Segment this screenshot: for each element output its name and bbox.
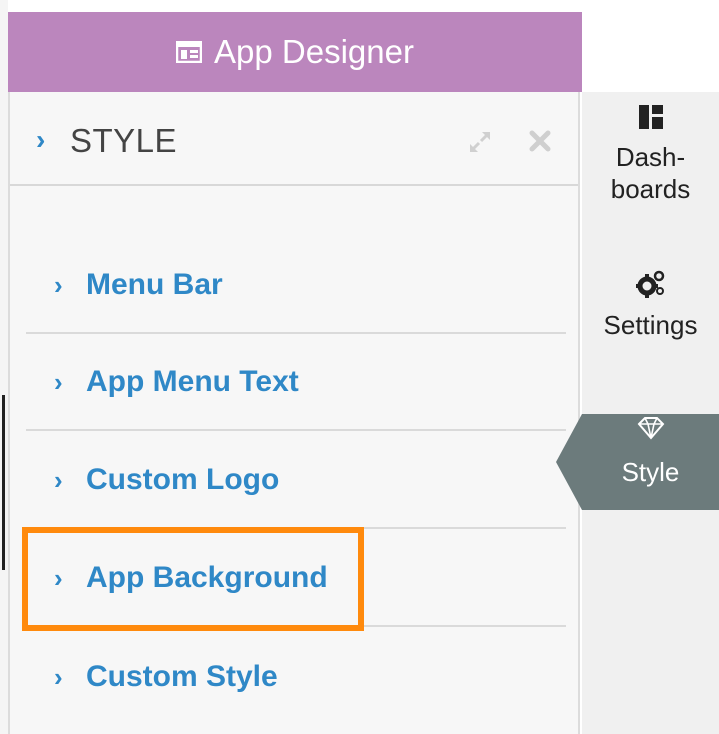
sidebar-item-style[interactable]: Style bbox=[582, 414, 719, 510]
left-edge bbox=[0, 0, 8, 734]
sidebar-item-label: Style bbox=[621, 457, 680, 487]
list-item-label: Custom Style bbox=[86, 660, 278, 693]
style-panel: › STYLE › Menu Bar › App Menu Text › Cus… bbox=[8, 92, 580, 734]
sidebar-item-label: boards bbox=[610, 174, 691, 204]
dashboards-icon bbox=[582, 104, 719, 137]
list-item-label: App Background bbox=[86, 561, 328, 594]
app-designer-window: App Designer › STYLE › Menu Bar › App Me… bbox=[0, 0, 719, 734]
close-icon[interactable] bbox=[527, 128, 553, 154]
list-item-menu-bar[interactable]: › Menu Bar bbox=[26, 238, 566, 334]
header-title: App Designer bbox=[214, 33, 414, 70]
list-item-label: Menu Bar bbox=[86, 268, 223, 301]
style-panel-header[interactable]: › STYLE bbox=[10, 92, 578, 186]
expand-arrows-icon[interactable] bbox=[466, 128, 494, 156]
chevron-right-icon: › bbox=[54, 464, 63, 495]
list-item-label: App Menu Text bbox=[86, 365, 299, 398]
chevron-right-icon: › bbox=[54, 269, 63, 300]
list-item-custom-style[interactable]: › Custom Style bbox=[26, 629, 566, 725]
sidebar-item-label: Settings bbox=[603, 310, 698, 340]
sidebar-item-dashboards[interactable]: Dash- boards bbox=[582, 104, 719, 205]
chevron-right-icon: › bbox=[54, 562, 63, 593]
list-item-label: Custom Logo bbox=[86, 463, 280, 496]
list-item-custom-logo[interactable]: › Custom Logo bbox=[26, 433, 566, 529]
right-sidebar: Dash- boards Settings Style bbox=[582, 92, 719, 734]
chevron-right-icon: › bbox=[36, 124, 46, 155]
active-pointer bbox=[556, 414, 582, 510]
panel-title: STYLE bbox=[70, 122, 178, 159]
gears-icon bbox=[582, 270, 719, 305]
sidebar-item-label: Dash- bbox=[615, 142, 686, 172]
app-designer-header: App Designer bbox=[8, 12, 582, 92]
app-layout-icon bbox=[176, 41, 203, 63]
list-item-app-menu-text[interactable]: › App Menu Text bbox=[26, 335, 566, 431]
diamond-icon bbox=[637, 416, 665, 447]
left-edge-mark bbox=[2, 395, 5, 570]
chevron-right-icon: › bbox=[54, 661, 63, 692]
list-item-app-background[interactable]: › App Background bbox=[26, 531, 566, 627]
chevron-right-icon: › bbox=[54, 366, 63, 397]
sidebar-item-settings[interactable]: Settings bbox=[582, 270, 719, 341]
